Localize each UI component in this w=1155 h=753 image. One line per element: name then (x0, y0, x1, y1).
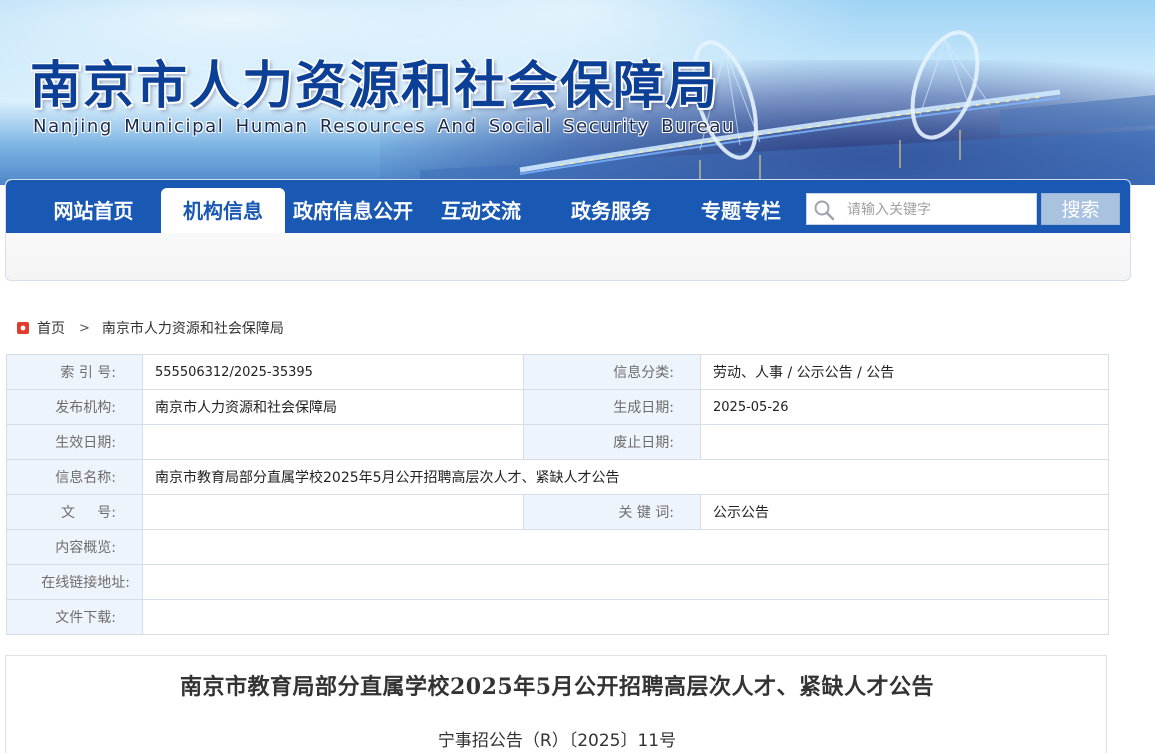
table-row: 在线链接地址: (6, 564, 1109, 600)
nav-item-interaction[interactable]: 互动交流 (421, 188, 541, 233)
info-meta-table: 索 引 号: 555506312/2025-35395 信息分类: 劳动、人事 … (6, 354, 1109, 635)
file-download-label: 文件下载: (6, 599, 143, 635)
table-row: 内容概览: (6, 529, 1109, 565)
online-link-label: 在线链接地址: (6, 564, 143, 600)
breadcrumb-separator: > (79, 320, 90, 336)
nav-item-org-info[interactable]: 机构信息 (161, 188, 285, 233)
breadcrumb-home-link[interactable]: 首页 (37, 318, 65, 338)
search-button[interactable]: 搜索 (1041, 193, 1120, 225)
publisher-value: 南京市人力资源和社会保障局 (142, 389, 524, 425)
article-content: 南京市教育局部分直属学校2025年5月公开招聘高层次人才、紧缺人才公告 宁事招公… (5, 655, 1107, 753)
nav-container: 网站首页 机构信息 政府信息公开 互动交流 政务服务 专题专栏 搜索 (5, 179, 1131, 281)
header-banner: 南京市人力资源和社会保障局 Nanjing Municipal Human Re… (0, 0, 1155, 185)
publisher-label: 发布机构: (6, 389, 143, 425)
table-row: 索 引 号: 555506312/2025-35395 信息分类: 劳动、人事 … (6, 354, 1109, 390)
online-link-value[interactable] (142, 564, 1109, 600)
category-label: 信息分类: (523, 354, 701, 390)
nav-item-topics[interactable]: 专题专栏 (681, 188, 801, 233)
article-doc-number: 宁事招公告（R）〔2025〕11号 (437, 731, 677, 751)
summary-label: 内容概览: (6, 529, 143, 565)
search-box (806, 193, 1037, 225)
main-nav: 网站首页 机构信息 政府信息公开 互动交流 政务服务 专题专栏 搜索 (6, 180, 1130, 233)
breadcrumb: 首页 > 南京市人力资源和社会保障局 (17, 318, 284, 338)
site-subtitle: Nanjing Municipal Human Resources And So… (33, 116, 736, 137)
nav-item-gov-info[interactable]: 政府信息公开 (288, 188, 418, 233)
index-value: 555506312/2025-35395 (142, 354, 524, 390)
index-label: 索 引 号: (6, 354, 143, 390)
nav-item-services[interactable]: 政务服务 (551, 188, 671, 233)
table-row: 文件下载: (6, 599, 1109, 635)
category-value: 劳动、人事 / 公示公告 / 公告 (700, 354, 1109, 390)
effective-date-label: 生效日期: (6, 424, 143, 460)
site-title: 南京市人力资源和社会保障局 (30, 56, 720, 116)
created-date-value: 2025-05-26 (700, 389, 1109, 425)
table-row: 发布机构: 南京市人力资源和社会保障局 生成日期: 2025-05-26 (6, 389, 1109, 425)
nav-item-home[interactable]: 网站首页 (31, 188, 156, 233)
table-row: 文 号: 关 键 词: 公示公告 (6, 494, 1109, 530)
search-icon (814, 200, 835, 221)
breadcrumb-current-link[interactable]: 南京市人力资源和社会保障局 (102, 318, 284, 338)
effective-date-value (142, 424, 524, 460)
created-date-label: 生成日期: (523, 389, 701, 425)
home-marker-icon (17, 322, 29, 334)
table-row: 信息名称: 南京市教育局部分直属学校2025年5月公开招聘高层次人才、紧缺人才公… (6, 459, 1109, 495)
info-name-value: 南京市教育局部分直属学校2025年5月公开招聘高层次人才、紧缺人才公告 (142, 459, 1109, 495)
article-title: 南京市教育局部分直属学校2025年5月公开招聘高层次人才、紧缺人才公告 (179, 674, 935, 700)
keywords-label: 关 键 词: (523, 494, 701, 530)
abolish-date-label: 废止日期: (523, 424, 701, 460)
info-name-label: 信息名称: (6, 459, 143, 495)
doc-number-value (142, 494, 524, 530)
summary-value (142, 529, 1109, 565)
file-download-value[interactable] (142, 599, 1109, 635)
table-row: 生效日期: 废止日期: (6, 424, 1109, 460)
keywords-value: 公示公告 (700, 494, 1109, 530)
search-input[interactable] (847, 198, 1032, 222)
doc-number-label: 文 号: (6, 494, 143, 530)
abolish-date-value (700, 424, 1109, 460)
